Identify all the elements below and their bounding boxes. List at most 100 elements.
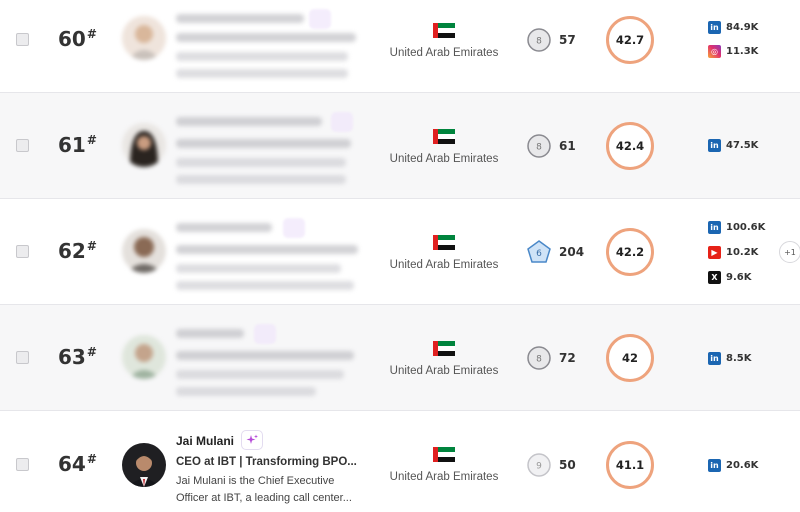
table-row[interactable]: 64# Jai Mulani CEO at IBT | Transforming… <box>0 411 800 512</box>
level-value: 50 <box>559 458 576 472</box>
avatar-image <box>122 443 166 487</box>
follower-count: 10.2K <box>726 246 759 258</box>
avatar[interactable] <box>122 229 166 273</box>
blurred-bio <box>176 370 344 379</box>
linkedin-icon: in <box>708 20 721 34</box>
social-linkedin[interactable]: in 8.5K <box>708 351 751 365</box>
social-youtube[interactable]: ▶ 10.2K <box>708 245 758 259</box>
rank-value: 64 <box>58 452 86 476</box>
row-checkbox[interactable] <box>16 33 29 46</box>
table-row[interactable]: 63# United Arab Emirates 8 72 42 in 8.5K <box>0 305 800 411</box>
country-name: United Arab Emirates <box>389 259 499 271</box>
sparkle-icon <box>246 434 258 444</box>
blurred-bio <box>176 158 346 167</box>
level-value: 204 <box>559 245 585 259</box>
linkedin-icon: in <box>708 138 721 152</box>
youtube-icon: ▶ <box>708 245 721 259</box>
level-badge-icon: 8 <box>527 134 551 158</box>
follower-count: 11.3K <box>726 45 759 57</box>
ai-badge-icon[interactable] <box>241 430 263 450</box>
follower-count: 9.6K <box>726 271 752 283</box>
uae-flag-icon <box>433 23 455 38</box>
blurred-name <box>176 117 322 126</box>
country-name: United Arab Emirates <box>389 47 499 59</box>
table-row[interactable]: 62# United Arab Emirates 6 204 42.2 in 10… <box>0 199 800 305</box>
table-row[interactable]: 60# United Arab Emirates 8 57 42.7 in 84.… <box>0 0 800 93</box>
rank-number: 64# <box>58 452 118 476</box>
more-socials-button[interactable]: +1 <box>779 241 800 263</box>
level-badge-number: 8 <box>536 143 542 153</box>
blurred-name <box>176 223 272 232</box>
row-checkbox[interactable] <box>16 458 29 471</box>
x-icon: X <box>708 270 721 284</box>
rank-mark: # <box>86 239 97 253</box>
blurred-headline <box>176 351 354 360</box>
influencer-headline: CEO at IBT | Transforming BPO... <box>176 456 357 468</box>
social-linkedin[interactable]: in 100.6K <box>708 220 765 234</box>
rank-number: 61# <box>58 133 118 157</box>
level-badge-number: 8 <box>536 37 542 47</box>
avatar-image <box>122 229 166 273</box>
score-ring: 41.1 <box>606 441 654 489</box>
blurred-bio <box>176 281 354 290</box>
country-name: United Arab Emirates <box>389 153 499 165</box>
level-badge-icon: 6 <box>527 240 551 263</box>
level-badge-icon: 8 <box>527 28 551 52</box>
level-badge-number: 6 <box>536 249 542 259</box>
level-badge-icon: 8 <box>527 346 551 370</box>
avatar[interactable] <box>122 443 166 487</box>
avatar-image <box>122 335 166 379</box>
avatar[interactable] <box>122 123 166 167</box>
uae-flag-icon <box>433 129 455 144</box>
social-linkedin[interactable]: in 47.5K <box>708 138 758 152</box>
influencer-ranking-table: 60# United Arab Emirates 8 57 42.7 in 84.… <box>0 0 800 512</box>
follower-count: 8.5K <box>726 352 752 364</box>
follower-count: 84.9K <box>726 21 759 33</box>
level-value: 61 <box>559 139 576 153</box>
country-name: United Arab Emirates <box>389 365 499 377</box>
rank-mark: # <box>86 133 97 147</box>
score-ring: 42.4 <box>606 122 654 170</box>
rank-number: 62# <box>58 239 118 263</box>
social-linkedin[interactable]: in 20.6K <box>708 458 758 472</box>
blurred-bio <box>176 175 346 184</box>
uae-flag-icon <box>433 235 455 250</box>
blurred-bio <box>176 69 348 78</box>
rank-value: 62 <box>58 239 86 263</box>
influencer-name[interactable]: Jai Mulani <box>176 434 234 448</box>
blurred-name <box>176 14 304 23</box>
linkedin-icon: in <box>708 458 721 472</box>
ai-badge-icon[interactable] <box>331 112 353 132</box>
social-instagram[interactable]: ◎ 11.3K <box>708 44 758 58</box>
country-name: United Arab Emirates <box>389 471 499 483</box>
level-value: 57 <box>559 33 576 47</box>
social-linkedin[interactable]: in 84.9K <box>708 20 758 34</box>
ai-badge-icon[interactable] <box>309 9 331 29</box>
score-ring: 42.2 <box>606 228 654 276</box>
rank-value: 63 <box>58 345 86 369</box>
ai-badge-icon[interactable] <box>254 324 276 344</box>
level-badge-number: 9 <box>536 462 542 472</box>
social-x[interactable]: X 9.6K <box>708 270 751 284</box>
rank-mark: # <box>86 27 97 41</box>
follower-count: 20.6K <box>726 459 759 471</box>
uae-flag-icon <box>433 447 455 462</box>
influencer-bio: Jai Mulani is the Chief Executive Office… <box>176 475 352 504</box>
ai-badge-icon[interactable] <box>283 218 305 238</box>
blurred-headline <box>176 33 356 42</box>
instagram-icon: ◎ <box>708 44 721 58</box>
table-row[interactable]: 61# United Arab Emirates 8 61 42.4 in 47.… <box>0 93 800 199</box>
linkedin-icon: in <box>708 351 721 365</box>
avatar[interactable] <box>122 335 166 379</box>
rank-number: 63# <box>58 345 118 369</box>
level-badge-number: 8 <box>536 355 542 365</box>
blurred-name <box>176 329 244 338</box>
row-checkbox[interactable] <box>16 351 29 364</box>
row-checkbox[interactable] <box>16 245 29 258</box>
uae-flag-icon <box>433 341 455 356</box>
avatar[interactable] <box>122 16 166 60</box>
rank-number: 60# <box>58 27 118 51</box>
follower-count: 100.6K <box>726 221 766 233</box>
row-checkbox[interactable] <box>16 139 29 152</box>
avatar-image <box>122 123 166 167</box>
